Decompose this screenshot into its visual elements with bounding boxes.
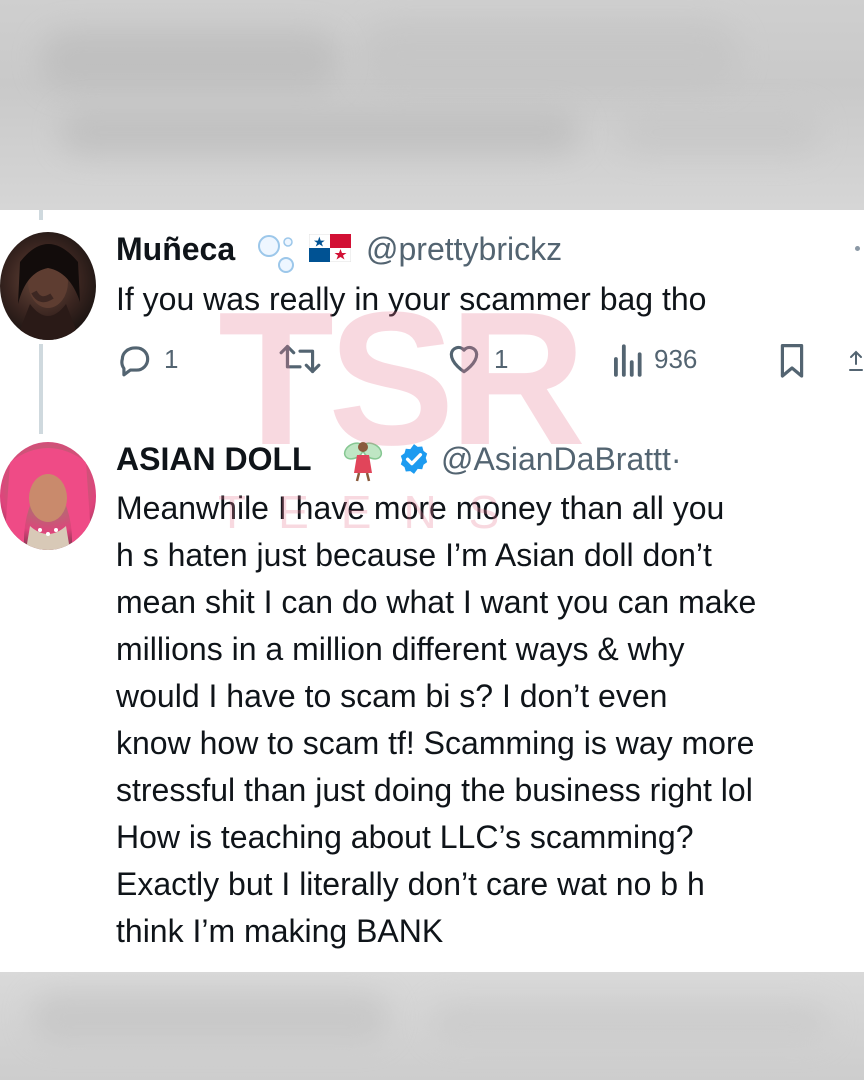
handle-text[interactable]: @AsianDaBrattt (441, 441, 671, 477)
panama-flag-icon (309, 234, 351, 262)
more-options-dot[interactable] (855, 246, 860, 251)
fairy-emoji-icon (343, 442, 383, 482)
retweet-icon (279, 344, 321, 374)
tweet-line: millions in a million different ways & w… (116, 631, 685, 667)
tweet-line: know how to scam tf! Scamming is way mor… (116, 725, 755, 761)
like-icon (449, 345, 479, 374)
tweet-line: mean shit I can do what I want you can m… (116, 584, 757, 620)
reply-icon (120, 346, 150, 377)
reply-count: 1 (164, 343, 179, 374)
thread-line-top (39, 210, 43, 220)
blurred-background-bottom (0, 972, 864, 1080)
tweet-line: would I have to scam bi s? I don’t even (116, 678, 668, 714)
handle[interactable]: @AsianDaBrattt· (441, 441, 682, 478)
like-count: 1 (494, 343, 509, 374)
handle[interactable]: @prettybrickz (366, 231, 562, 268)
retweet-button[interactable] (278, 340, 322, 378)
tweet-line: How is teaching about LLC’s scamming? (116, 819, 694, 855)
tweet-line: Meanwhile I have more money than all you (116, 490, 725, 526)
blurred-background-top (0, 0, 864, 210)
tweet-line: think I’m making BANK (116, 913, 444, 949)
display-name[interactable]: ASIAN DOLL (116, 441, 312, 478)
view-count: 936 (654, 343, 698, 374)
bookmark-button[interactable] (776, 340, 808, 380)
like-button[interactable]: 1 (444, 340, 508, 378)
views-button[interactable]: 936 (610, 340, 697, 378)
tweet-thread-card: Muñeca @prettybrickz If you was really i… (0, 210, 864, 972)
handle-dot: · (670, 441, 682, 477)
bookmark-icon (780, 344, 804, 378)
tweet-line: Exactly but I literally don’t care wat n… (116, 866, 705, 902)
share-button[interactable] (848, 340, 864, 380)
tweet-line: h s haten just because I’m Asian doll do… (116, 537, 712, 573)
share-icon (849, 350, 863, 371)
bubbles-emoji-icon (258, 235, 294, 273)
avatar-prettybrickz[interactable] (0, 232, 96, 340)
thread-line-connector (39, 344, 43, 434)
tweet-text: If you was really in your scammer bag th… (116, 281, 707, 317)
reply-button[interactable]: 1 (116, 340, 178, 378)
display-name[interactable]: Muñeca (116, 231, 235, 268)
tweet-line: stressful than just doing the business r… (116, 772, 753, 808)
avatar-asiandabrattt[interactable] (0, 442, 96, 550)
views-icon (614, 344, 642, 377)
verified-badge-icon (400, 444, 428, 474)
